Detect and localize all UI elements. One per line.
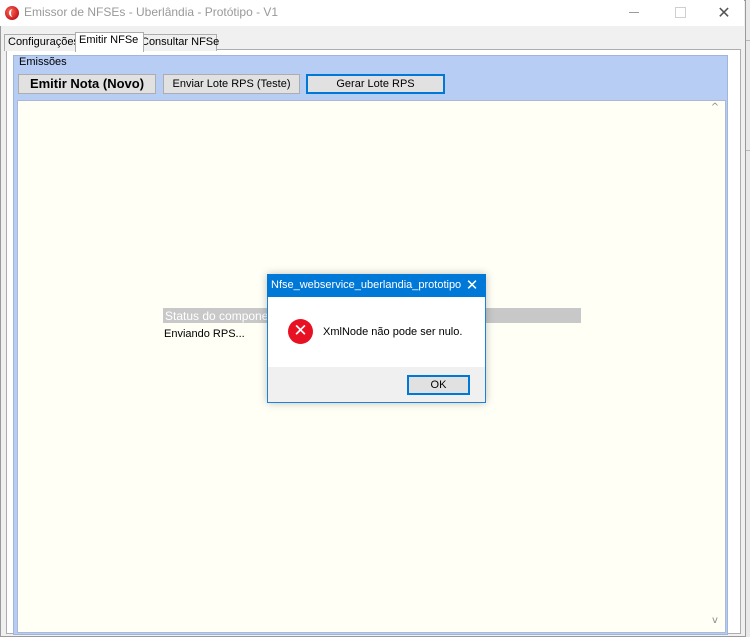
maximize-button[interactable] <box>657 0 703 26</box>
dialog-title: Nfse_webservice_uberlandia_prototipo <box>271 279 462 291</box>
minimize-button[interactable] <box>611 0 657 26</box>
app-icon <box>5 6 19 20</box>
emitir-nota-button[interactable]: Emitir Nota (Novo) <box>18 74 156 94</box>
status-title: Status do componen <box>165 309 276 323</box>
edge-divider <box>746 150 750 151</box>
status-message: Enviando RPS... <box>164 328 245 340</box>
dialog-message: XmlNode não pode ser nulo. <box>323 326 463 338</box>
enviar-lote-button[interactable]: Enviar Lote RPS (Teste) <box>163 74 300 94</box>
close-button[interactable]: ✕ <box>701 0 747 26</box>
ok-button[interactable]: OK <box>407 375 470 395</box>
background-window-edge <box>746 0 750 637</box>
window-title: Emissor de NFSEs - Uberlândia - Protótip… <box>24 5 279 19</box>
gerar-lote-button[interactable]: Gerar Lote RPS <box>306 74 445 94</box>
groupbox-legend: Emissões <box>19 56 67 68</box>
minimize-icon <box>629 12 639 13</box>
tab-emitir-nfse[interactable]: Emitir NFSe <box>75 32 144 52</box>
dialog-close-button[interactable]: ✕ <box>463 277 481 295</box>
scroll-down-arrow-icon[interactable]: v <box>707 615 723 629</box>
error-icon: ✕ <box>288 319 313 344</box>
edge-divider <box>746 40 750 41</box>
tab-consultar-nfse[interactable]: Consultar NFSe <box>137 34 219 51</box>
scroll-up-arrow-icon[interactable]: ^ <box>707 102 723 116</box>
maximize-icon <box>674 7 686 18</box>
close-icon: ✕ <box>717 3 731 22</box>
tab-configuracoes[interactable]: Configurações <box>4 34 82 51</box>
